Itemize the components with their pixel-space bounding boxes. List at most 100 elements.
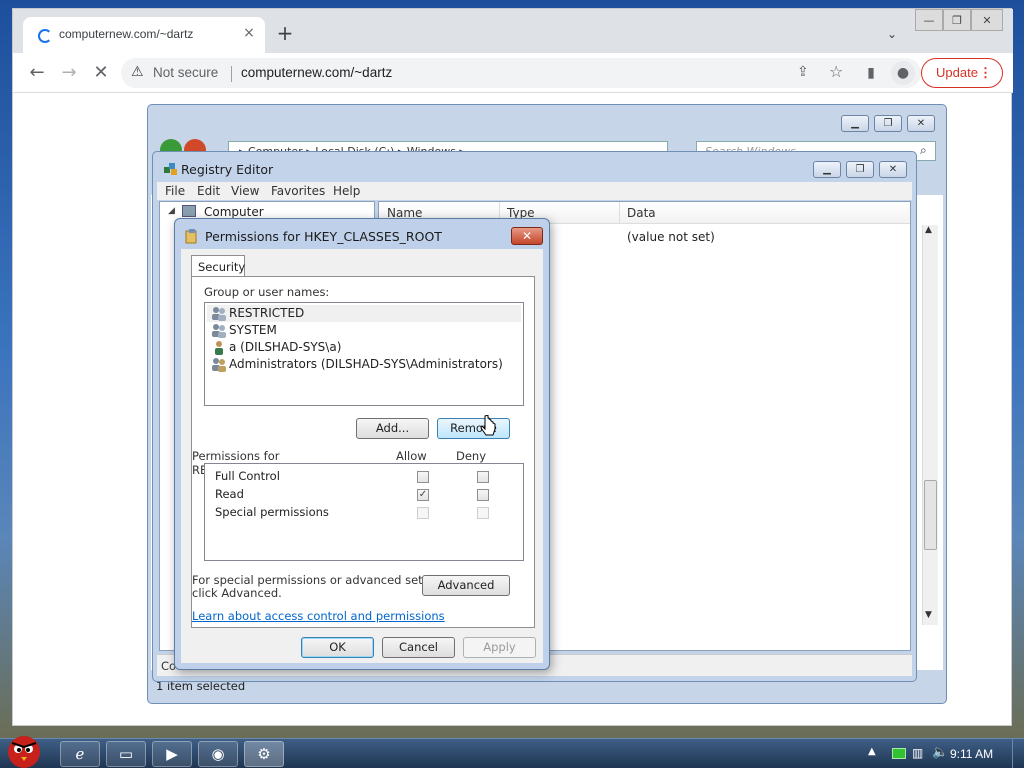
maximize-button[interactable]: ❐ bbox=[943, 9, 971, 31]
start-button-icon[interactable] bbox=[2, 731, 46, 768]
regedit-close-icon[interactable]: ✕ bbox=[879, 161, 907, 178]
show-desktop-button[interactable] bbox=[1012, 739, 1024, 768]
address-bar[interactable]: ⚠ Not secure computernew.com/~dartz ⇪ ☆ bbox=[121, 58, 921, 88]
scroll-down-icon[interactable]: ▼ bbox=[925, 610, 932, 620]
share-icon[interactable]: ⇪ bbox=[797, 64, 809, 80]
user-icon bbox=[215, 341, 223, 355]
learn-access-control-link[interactable]: Learn about access control and permissio… bbox=[192, 609, 445, 623]
tab-security[interactable]: Security bbox=[191, 255, 245, 277]
menu-favorites[interactable]: Favorites bbox=[271, 184, 325, 198]
list-item[interactable]: RESTRICTED bbox=[207, 305, 521, 322]
not-secure-label[interactable]: Not secure bbox=[153, 65, 218, 80]
deny-full-control-checkbox[interactable] bbox=[477, 471, 489, 483]
security-panel: Group or user names: RESTRICTED SYSTEM a… bbox=[191, 276, 535, 628]
more-menu-icon[interactable]: ⋮ bbox=[979, 59, 992, 87]
menu-view[interactable]: View bbox=[231, 184, 259, 198]
cancel-button[interactable]: Cancel bbox=[382, 637, 455, 658]
allow-read-checkbox[interactable]: ✓ bbox=[417, 489, 429, 501]
allow-special-checkbox[interactable] bbox=[417, 507, 429, 519]
permission-name: Read bbox=[215, 487, 244, 501]
permission-row: Special permissions bbox=[215, 505, 515, 523]
advanced-help-text: For special permissions or advanced sett… bbox=[192, 573, 455, 587]
permissions-dialog: Permissions for HKEY_CLASSES_ROOT ✕ Secu… bbox=[174, 218, 550, 670]
user-group-icon bbox=[212, 358, 226, 372]
forward-arrow-icon[interactable]: → bbox=[57, 61, 81, 85]
new-tab-button[interactable]: + bbox=[275, 23, 295, 43]
network-icon[interactable]: ▥ bbox=[912, 746, 923, 760]
tree-expand-icon[interactable]: ◢ bbox=[168, 206, 175, 216]
column-data[interactable]: Data bbox=[627, 206, 656, 220]
menu-edit[interactable]: Edit bbox=[197, 184, 220, 198]
taskbar-chrome-icon[interactable]: ◉ bbox=[198, 741, 238, 767]
loading-spinner-icon bbox=[38, 29, 52, 43]
menu-file[interactable]: File bbox=[165, 184, 185, 198]
explorer-minimize-icon[interactable]: ▁ bbox=[841, 115, 869, 132]
taskbar-folder-icon[interactable]: ▭ bbox=[106, 741, 146, 767]
dialog-title: Permissions for HKEY_CLASSES_ROOT bbox=[205, 229, 442, 244]
explorer-maximize-icon[interactable]: ❐ bbox=[874, 115, 902, 132]
omnibox-divider bbox=[231, 66, 232, 82]
taskbar-regedit-icon[interactable]: ⚙ bbox=[244, 741, 284, 767]
volume-icon[interactable]: 🔈 bbox=[932, 745, 948, 760]
user-list[interactable]: RESTRICTED SYSTEM a (DILSHAD-SYS\a) Admi… bbox=[204, 302, 524, 406]
taskbar-media-player-icon[interactable]: ▶ bbox=[152, 741, 192, 767]
computer-icon bbox=[182, 205, 196, 217]
warning-icon[interactable]: ⚠ bbox=[131, 64, 144, 80]
regedit-minimize-icon[interactable]: ▁ bbox=[813, 161, 841, 178]
menu-bar: File Edit View Favorites Help bbox=[157, 182, 912, 200]
allow-full-control-checkbox[interactable] bbox=[417, 471, 429, 483]
user-name: RESTRICTED bbox=[229, 306, 305, 320]
permission-row: Read ✓ bbox=[215, 487, 515, 505]
deny-special-checkbox[interactable] bbox=[477, 507, 489, 519]
add-button[interactable]: Add... bbox=[356, 418, 429, 439]
column-divider bbox=[619, 202, 620, 224]
stop-loading-icon[interactable]: ✕ bbox=[89, 61, 113, 85]
deny-read-checkbox[interactable] bbox=[477, 489, 489, 501]
browser-toolbar: ← → ✕ ⚠ Not secure computernew.com/~dart… bbox=[13, 53, 1013, 93]
registry-editor-title: Registry Editor bbox=[181, 162, 274, 177]
battery-icon[interactable] bbox=[892, 748, 906, 759]
minimize-button[interactable]: — bbox=[915, 9, 943, 31]
list-item[interactable]: a (DILSHAD-SYS\a) bbox=[207, 339, 521, 356]
back-arrow-icon[interactable]: ← bbox=[25, 61, 49, 85]
list-item[interactable]: Administrators (DILSHAD-SYS\Administrato… bbox=[207, 356, 521, 373]
tab-search-chevron-icon[interactable]: ⌄ bbox=[887, 27, 897, 41]
remove-button[interactable]: Remove bbox=[437, 418, 510, 439]
scroll-thumb[interactable] bbox=[924, 480, 937, 550]
apply-button[interactable]: Apply bbox=[463, 637, 536, 658]
search-icon[interactable]: ⌕ bbox=[920, 143, 927, 158]
browser-tab[interactable]: computernew.com/~dartz × bbox=[23, 17, 265, 53]
user-group-icon bbox=[212, 307, 226, 321]
group-names-label: Group or user names: bbox=[204, 285, 330, 299]
scroll-up-icon[interactable]: ▲ bbox=[925, 225, 932, 235]
update-label: Update bbox=[936, 65, 978, 80]
tray-overflow-icon[interactable]: ▲ bbox=[868, 746, 876, 757]
tree-root-label[interactable]: Computer bbox=[204, 205, 264, 219]
dialog-close-button[interactable]: ✕ bbox=[511, 227, 543, 245]
taskbar-ie-icon[interactable]: ℯ bbox=[60, 741, 100, 767]
list-item[interactable]: SYSTEM bbox=[207, 322, 521, 339]
update-button[interactable]: Update ⋮ bbox=[921, 58, 1003, 88]
registry-icon bbox=[164, 163, 177, 175]
dialog-body: Security Group or user names: RESTRICTED… bbox=[181, 249, 543, 663]
explorer-scrollbar[interactable]: ▲ ▼ bbox=[922, 225, 938, 625]
profile-avatar-icon[interactable]: ● bbox=[891, 61, 915, 85]
value-data-cell[interactable]: (value not set) bbox=[627, 230, 715, 244]
bookmark-star-icon[interactable]: ☆ bbox=[829, 62, 843, 81]
tab-close-icon[interactable]: × bbox=[241, 25, 257, 41]
permission-name: Full Control bbox=[215, 469, 280, 483]
user-name: SYSTEM bbox=[229, 323, 277, 337]
url-text[interactable]: computernew.com/~dartz bbox=[241, 65, 392, 80]
taskbar: ℯ ▭ ▶ ◉ ⚙ ▲ ▥ 🔈 9:11 AM bbox=[0, 736, 1024, 768]
ok-button[interactable]: OK bbox=[301, 637, 374, 658]
close-window-button[interactable]: ✕ bbox=[971, 9, 1003, 31]
explorer-close-icon[interactable]: ✕ bbox=[907, 115, 935, 132]
advanced-button[interactable]: Advanced bbox=[422, 575, 510, 596]
regedit-maximize-icon[interactable]: ❐ bbox=[846, 161, 874, 178]
menu-help[interactable]: Help bbox=[333, 184, 360, 198]
user-group-icon bbox=[212, 324, 226, 338]
tab-title: computernew.com/~dartz bbox=[59, 27, 194, 41]
side-panel-icon[interactable]: ▮ bbox=[859, 61, 883, 85]
taskbar-clock[interactable]: 9:11 AM bbox=[950, 747, 993, 761]
advanced-help-text-2: click Advanced. bbox=[192, 586, 282, 600]
